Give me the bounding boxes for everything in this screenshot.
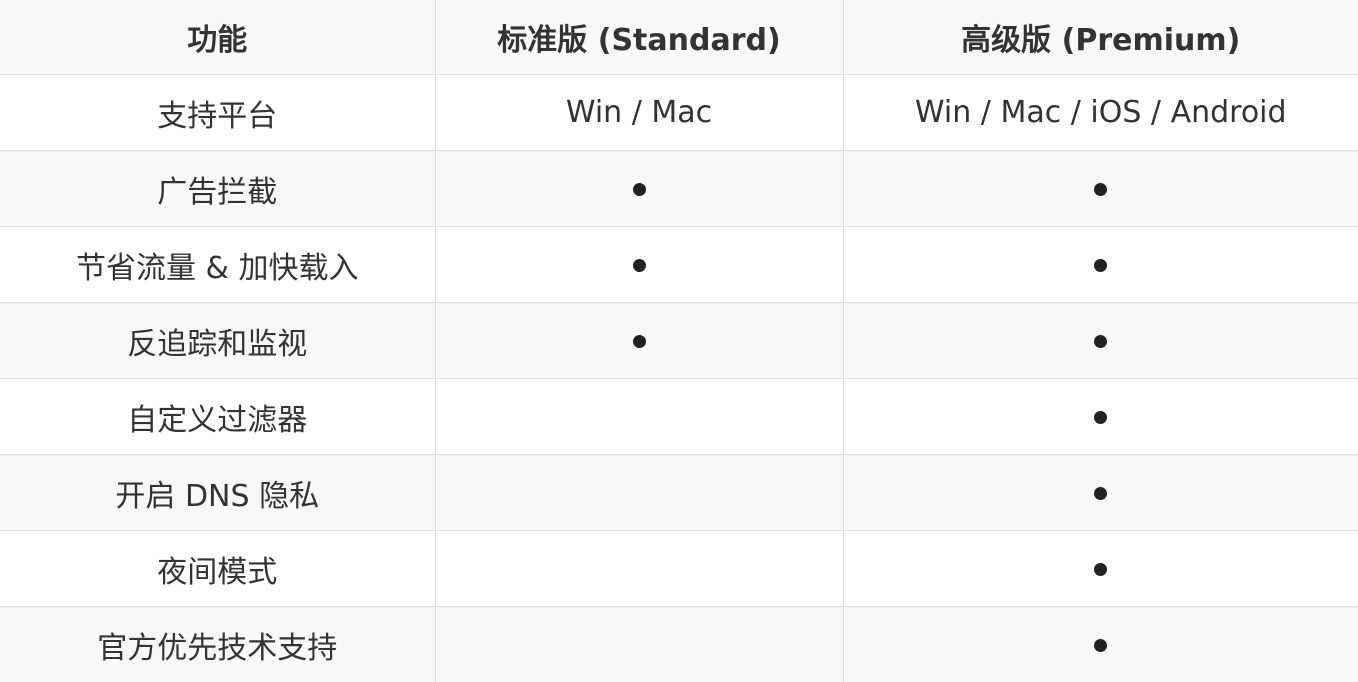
feature-cell: 开启 DNS 隐私 (0, 454, 436, 531)
included-dot-icon (1094, 259, 1108, 272)
standard-cell (434, 530, 844, 607)
feature-cell: 广告拦截 (0, 150, 436, 227)
standard-cell (434, 150, 844, 227)
table-row: 支持平台 Win / Mac Win / Mac / iOS / Android (0, 74, 1358, 151)
feature-cell: 夜间模式 (0, 530, 436, 607)
included-dot-icon (632, 259, 646, 272)
table-body: 支持平台 Win / Mac Win / Mac / iOS / Android 广告… (0, 74, 1358, 682)
included-dot-icon (632, 183, 646, 196)
standard-cell (434, 226, 844, 303)
feature-cell: 节省流量 & 加快载入 (0, 226, 436, 303)
feature-cell: 反追踪和监视 (0, 302, 436, 379)
standard-cell (434, 454, 844, 531)
included-dot-icon (632, 335, 646, 348)
table-row: 广告拦截 (0, 150, 1358, 227)
premium-cell: Win / Mac / iOS / Android (842, 74, 1358, 151)
table-row: 开启 DNS 隐私 (0, 454, 1358, 531)
premium-cell (842, 378, 1358, 455)
table-row: 夜间模式 (0, 530, 1358, 607)
included-dot-icon (1094, 335, 1108, 348)
standard-cell (434, 606, 844, 682)
premium-cell (842, 150, 1358, 227)
included-dot-icon (1094, 639, 1108, 652)
table-row: 自定义过滤器 (0, 378, 1358, 455)
header-feature: 功能 (0, 0, 436, 75)
feature-comparison-table: 功能 标准版 (Standard) 高级版 (Premium) 支持平台 Win … (0, 0, 1358, 682)
table-row: 反追踪和监视 (0, 302, 1358, 379)
header-standard: 标准版 (Standard) (434, 0, 844, 75)
feature-cell: 自定义过滤器 (0, 378, 436, 455)
feature-cell: 官方优先技术支持 (0, 606, 436, 682)
table-row: 节省流量 & 加快载入 (0, 226, 1358, 303)
standard-cell (434, 378, 844, 455)
included-dot-icon (1094, 411, 1108, 424)
premium-cell (842, 226, 1358, 303)
premium-cell (842, 454, 1358, 531)
header-premium: 高级版 (Premium) (842, 0, 1358, 75)
standard-cell (434, 302, 844, 379)
premium-cell (842, 530, 1358, 607)
table-row: 官方优先技术支持 (0, 606, 1358, 682)
premium-cell (842, 606, 1358, 682)
premium-cell (842, 302, 1358, 379)
included-dot-icon (1094, 487, 1108, 500)
header-row: 功能 标准版 (Standard) 高级版 (Premium) (0, 0, 1358, 75)
feature-cell: 支持平台 (0, 74, 436, 151)
included-dot-icon (1094, 563, 1108, 576)
standard-cell: Win / Mac (434, 74, 844, 151)
included-dot-icon (1094, 183, 1108, 196)
